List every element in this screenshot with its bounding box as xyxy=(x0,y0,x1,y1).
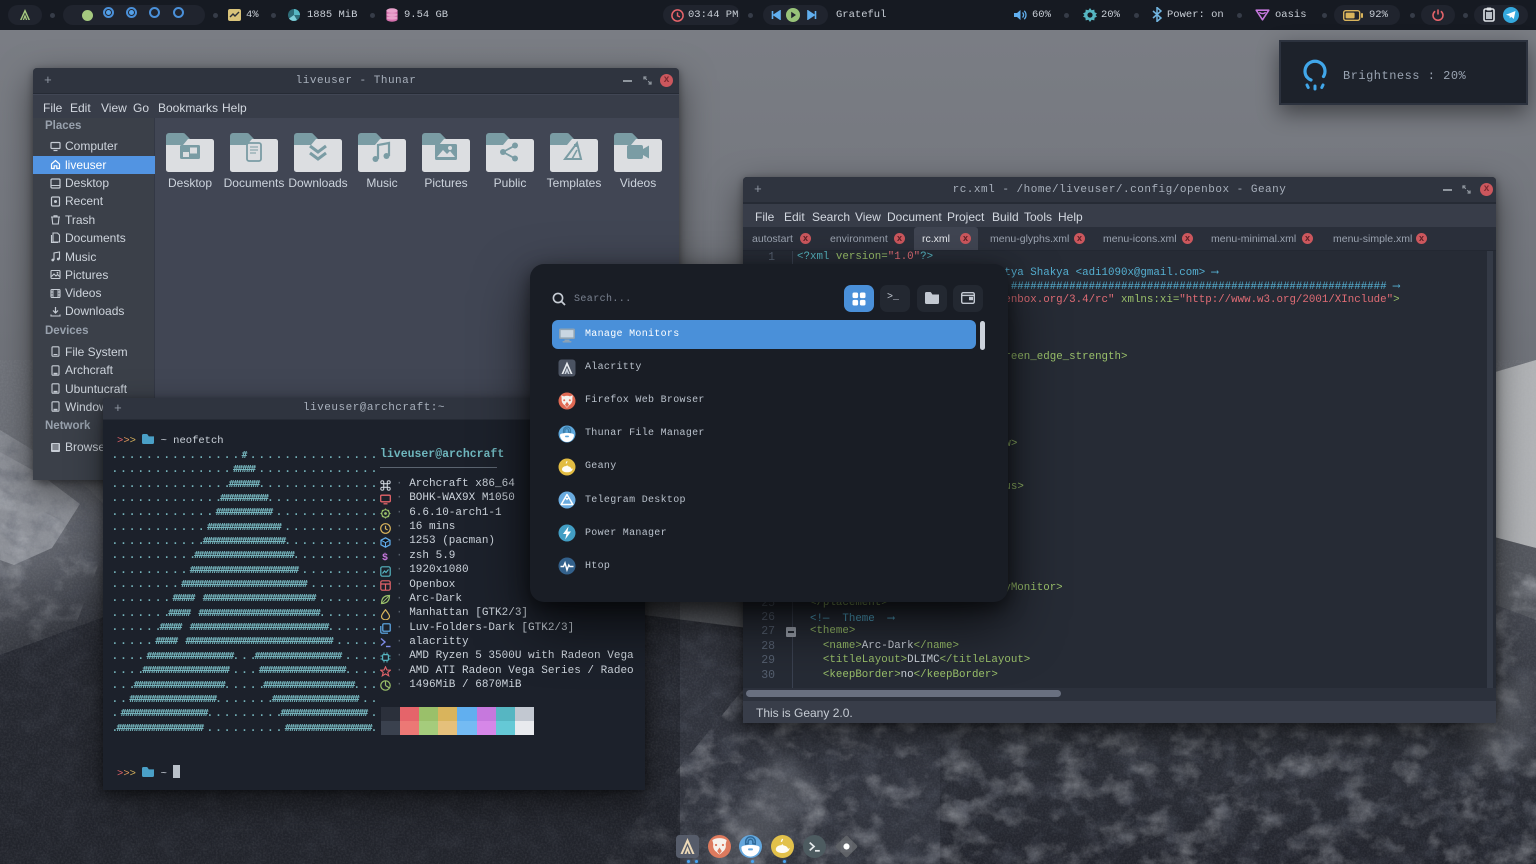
svg-text:$: $ xyxy=(382,552,388,562)
